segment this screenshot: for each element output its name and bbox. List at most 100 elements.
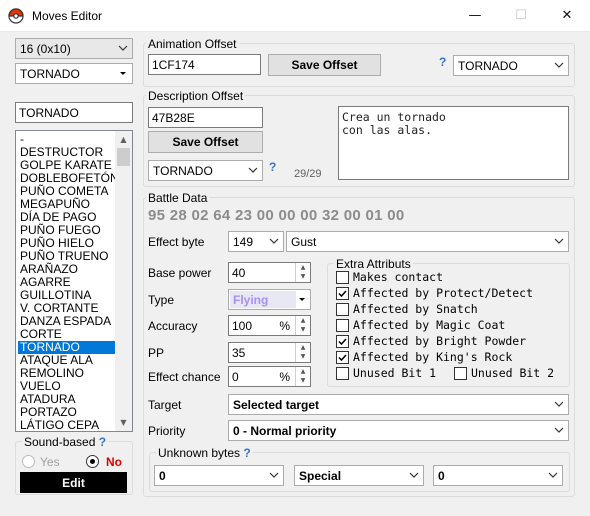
checkmark-icon bbox=[338, 354, 347, 362]
extra-attribute-checkbox[interactable] bbox=[454, 367, 467, 380]
animation-combo[interactable]: TORNADO bbox=[453, 55, 569, 76]
description-char-counter: 29/29 bbox=[294, 168, 322, 180]
spin-down-icon[interactable]: ▼ bbox=[296, 325, 310, 334]
base-power-spinner[interactable]: 40 ▲ ▼ bbox=[228, 262, 311, 283]
battle-data-bytes: 95 28 02 64 23 00 00 00 32 00 01 00 bbox=[148, 207, 405, 224]
sound-no-radio[interactable] bbox=[86, 455, 99, 468]
spin-up-icon[interactable]: ▲ bbox=[296, 263, 310, 272]
effect-name-value: Gust bbox=[291, 235, 317, 249]
type-label: Type bbox=[148, 293, 175, 307]
pp-spinner[interactable]: 35 ▲ ▼ bbox=[228, 342, 311, 363]
description-offset-value: 47B28E bbox=[152, 111, 195, 125]
description-textarea[interactable]: Crea un tornado con las alas. bbox=[338, 106, 569, 180]
scroll-up-icon[interactable]: ▲ bbox=[115, 131, 132, 148]
extra-attribute-label: Affected by Snatch bbox=[353, 302, 478, 316]
save-description-offset-button[interactable]: Save Offset bbox=[148, 131, 263, 153]
title-bar: Moves Editor — ☐ ✕ bbox=[0, 0, 590, 32]
spin-up-icon[interactable]: ▲ bbox=[296, 343, 310, 352]
extra-attribute-label: Affected by King's Rock bbox=[353, 350, 513, 364]
unknown-bytes-help-icon[interactable]: ? bbox=[243, 446, 250, 460]
priority-combo[interactable]: 0 - Normal priority bbox=[228, 420, 569, 441]
close-button[interactable]: ✕ bbox=[544, 0, 590, 31]
description-offset-input[interactable]: 47B28E bbox=[148, 107, 263, 128]
unknown-byte-2-combo[interactable]: Special bbox=[294, 465, 424, 486]
target-label: Target bbox=[148, 398, 182, 412]
effect-byte-label: Effect byte bbox=[148, 235, 205, 249]
sound-yes-radio[interactable] bbox=[22, 455, 35, 468]
priority-label: Priority bbox=[148, 424, 186, 438]
unknown-byte-1-value: 0 bbox=[159, 469, 166, 483]
sound-based-help-icon[interactable]: ? bbox=[99, 435, 106, 449]
unknown-byte-1-combo[interactable]: 0 bbox=[154, 465, 284, 486]
spin-down-icon[interactable]: ▼ bbox=[296, 376, 310, 385]
accuracy-value: 100 bbox=[232, 319, 253, 333]
pp-label: PP bbox=[148, 346, 165, 360]
chevron-down-icon bbox=[554, 401, 564, 407]
description-help-icon[interactable]: ? bbox=[269, 160, 276, 174]
extra-attribute-checkbox[interactable] bbox=[336, 367, 349, 380]
animation-offset-value: 1CF174 bbox=[152, 58, 195, 72]
move-list-item[interactable]: LÁTIGO CEPA bbox=[18, 419, 116, 432]
window-title: Moves Editor bbox=[32, 9, 103, 23]
effect-name-combo[interactable]: Gust bbox=[286, 231, 569, 252]
move-name-combo[interactable]: TORNADO bbox=[15, 63, 133, 84]
moves-listbox[interactable]: - DESTRUCTOR GOLPE KARATE DOBLEBOFETÓN PUÑO … bbox=[15, 130, 133, 432]
chevron-down-icon bbox=[554, 427, 564, 433]
chevron-down-icon bbox=[548, 472, 558, 478]
move-name-value: TORNADO bbox=[20, 67, 80, 81]
battle-data-title: Battle Data bbox=[146, 191, 210, 205]
move-name-input[interactable]: TORNADO bbox=[15, 102, 133, 123]
accuracy-unit: % bbox=[279, 319, 290, 333]
spin-up-icon[interactable]: ▲ bbox=[296, 367, 310, 376]
description-text-line-1: Crea un tornado bbox=[342, 110, 446, 124]
target-combo[interactable]: Selected target bbox=[228, 394, 569, 415]
spin-down-icon[interactable]: ▼ bbox=[296, 272, 310, 281]
description-combo-value: TORNADO bbox=[153, 164, 213, 178]
description-text-line-2: con las alas. bbox=[342, 123, 433, 137]
edit-button[interactable]: Edit bbox=[20, 472, 127, 493]
moves-scrollbar[interactable]: ▲ ▼ bbox=[115, 131, 132, 431]
effect-chance-value: 0 bbox=[232, 370, 239, 384]
checkmark-icon bbox=[338, 290, 347, 298]
description-combo[interactable]: TORNADO bbox=[148, 160, 263, 181]
scroll-thumb[interactable] bbox=[117, 148, 130, 166]
extra-attribute-label: Unused Bit 1 bbox=[353, 366, 437, 380]
extra-attribute-checkbox[interactable] bbox=[336, 351, 349, 364]
move-index-value: 16 (0x10) bbox=[20, 42, 71, 56]
unknown-bytes-title-row: Unknown bytes ? bbox=[156, 446, 253, 460]
spin-down-icon[interactable]: ▼ bbox=[296, 352, 310, 361]
animation-combo-value: TORNADO bbox=[458, 59, 518, 73]
checkmark-icon bbox=[338, 338, 347, 346]
chevron-down-icon bbox=[269, 238, 279, 244]
type-combo[interactable]: Flying bbox=[228, 289, 311, 310]
effect-byte-combo[interactable]: 149 bbox=[228, 231, 284, 252]
save-animation-offset-button[interactable]: Save Offset bbox=[268, 54, 381, 76]
dropdown-arrow-icon bbox=[299, 298, 305, 301]
extra-attribute-checkbox[interactable] bbox=[336, 319, 349, 332]
effect-chance-label: Effect chance bbox=[148, 370, 221, 384]
unknown-byte-3-value: 0 bbox=[438, 469, 445, 483]
chevron-down-icon bbox=[118, 45, 128, 51]
extra-attributes-title: Extra Attributs bbox=[334, 257, 413, 271]
animation-help-icon[interactable]: ? bbox=[439, 55, 446, 69]
unknown-byte-3-combo[interactable]: 0 bbox=[433, 465, 563, 486]
maximize-button[interactable]: ☐ bbox=[498, 0, 544, 31]
accuracy-spinner[interactable]: 100 % ▲ ▼ bbox=[228, 315, 311, 336]
spin-up-icon[interactable]: ▲ bbox=[296, 316, 310, 325]
extra-attribute-label: Affected by Magic Coat bbox=[353, 318, 506, 332]
pp-value: 35 bbox=[232, 346, 246, 360]
extra-attribute-checkbox[interactable] bbox=[336, 287, 349, 300]
extra-attribute-checkbox[interactable] bbox=[336, 271, 349, 284]
extra-attribute-checkbox[interactable] bbox=[336, 303, 349, 316]
animation-offset-title: Animation Offset bbox=[146, 37, 239, 51]
move-index-combo[interactable]: 16 (0x10) bbox=[15, 38, 133, 59]
chevron-down-icon bbox=[554, 238, 564, 244]
effect-chance-spinner[interactable]: 0 % ▲ ▼ bbox=[228, 366, 311, 387]
scroll-down-icon[interactable]: ▼ bbox=[115, 414, 132, 431]
animation-offset-input[interactable]: 1CF174 bbox=[148, 54, 261, 75]
extra-attribute-checkbox[interactable] bbox=[336, 335, 349, 348]
base-power-label: Base power bbox=[148, 266, 212, 280]
unknown-byte-2-value: Special bbox=[299, 469, 342, 483]
minimize-button[interactable]: — bbox=[452, 0, 498, 31]
pokeball-icon bbox=[8, 8, 24, 24]
